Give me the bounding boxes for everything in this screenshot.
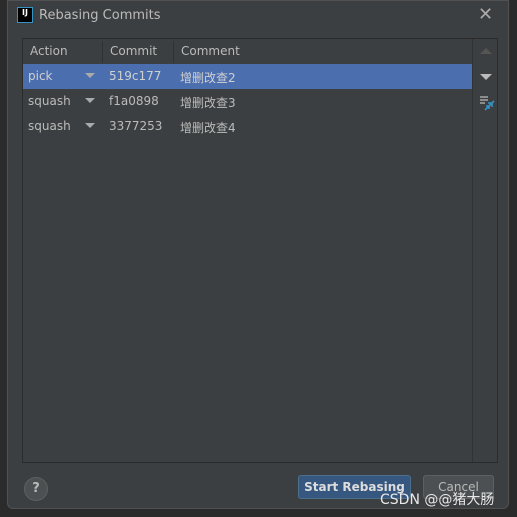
column-divider[interactable]: [173, 41, 174, 63]
action-cell[interactable]: pick: [28, 69, 53, 83]
dropdown-arrow-icon[interactable]: [85, 123, 95, 128]
comment-cell: 增删改查4: [180, 121, 236, 135]
dropdown-arrow-icon[interactable]: [85, 73, 95, 78]
column-commit[interactable]: Commit: [110, 44, 157, 58]
column-action[interactable]: Action: [30, 44, 68, 58]
dialog-title: Rebasing Commits: [39, 8, 161, 23]
table-row[interactable]: squash f1a0898 增删改查3: [23, 89, 472, 114]
table-header: Action Commit Comment: [23, 39, 472, 65]
row-actions-toolbar: [472, 39, 498, 462]
comment-cell: 增删改查2: [180, 71, 236, 85]
squash-icon[interactable]: [479, 95, 495, 111]
commit-cell: 3377253: [109, 119, 163, 133]
rebase-dialog: IJ Rebasing Commits ✕ Action Commit Comm…: [7, 0, 509, 509]
column-comment[interactable]: Comment: [181, 44, 240, 58]
column-divider[interactable]: [102, 41, 103, 63]
commit-cell: f1a0898: [109, 94, 159, 108]
table-row[interactable]: pick 519c177 增删改查2: [23, 64, 472, 89]
move-down-icon[interactable]: [480, 74, 492, 80]
intellij-logo-icon: IJ: [17, 7, 33, 23]
action-cell[interactable]: squash: [28, 119, 71, 133]
close-icon[interactable]: ✕: [478, 4, 493, 25]
commit-cell: 519c177: [109, 69, 162, 83]
comment-cell: 增删改查3: [180, 96, 236, 110]
help-button[interactable]: ?: [24, 477, 48, 501]
dropdown-arrow-icon[interactable]: [85, 98, 95, 103]
action-cell[interactable]: squash: [28, 94, 71, 108]
table-row[interactable]: squash 3377253 增删改查4: [23, 114, 472, 139]
move-up-icon[interactable]: [480, 48, 492, 54]
commits-table: Action Commit Comment pick 519c177 增删改查2…: [22, 38, 498, 463]
watermark: CSDN @@猪大肠: [380, 492, 495, 508]
